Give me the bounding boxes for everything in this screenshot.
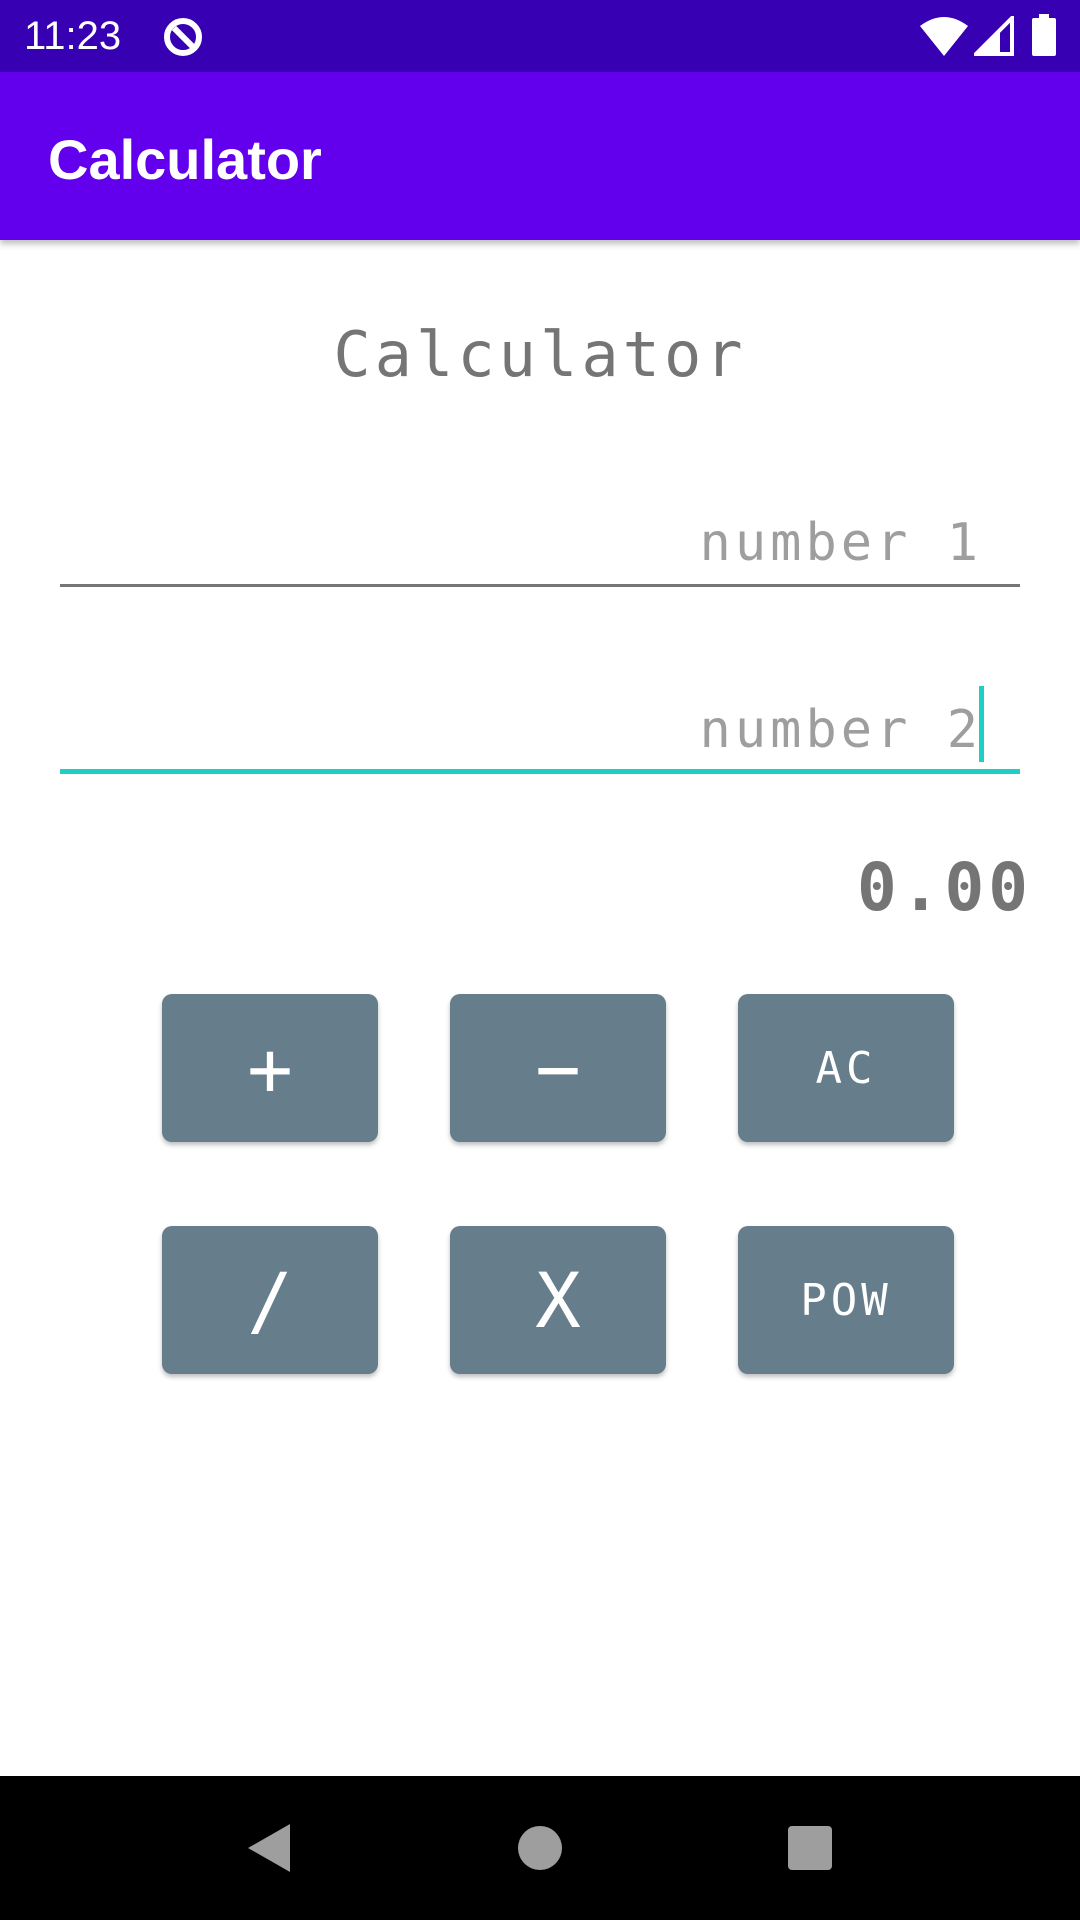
signal-icon [974, 16, 1014, 56]
home-icon[interactable] [518, 1826, 562, 1870]
subtract-button-label: − [535, 1023, 581, 1113]
page-title: Calculator [333, 318, 747, 391]
power-button-label: POW [800, 1274, 892, 1326]
add-button[interactable]: + [162, 994, 378, 1142]
number1-placeholder: number 1 [699, 513, 982, 573]
number1-field[interactable]: number 1 [60, 497, 1020, 587]
app-notification-icon [164, 18, 202, 56]
divide-button-label: / [247, 1255, 293, 1345]
number2-underline [60, 769, 1020, 774]
number1-underline [60, 584, 1020, 587]
status-bar: 11:23 [0, 0, 1080, 72]
back-icon[interactable] [244, 1822, 294, 1874]
text-cursor [979, 686, 984, 762]
number2-field[interactable]: number 2 [60, 684, 1020, 774]
number2-placeholder: number 2 [699, 700, 982, 760]
recents-icon[interactable] [788, 1826, 832, 1870]
multiply-button-label: X [535, 1255, 581, 1345]
app-bar-title: Calculator [48, 128, 322, 191]
battery-icon [1032, 14, 1056, 56]
wifi-icon [920, 17, 968, 56]
status-time: 11:23 [24, 14, 122, 58]
divide-button[interactable]: / [162, 1226, 378, 1374]
clear-button-label: AC [815, 1042, 877, 1094]
power-button[interactable]: POW [738, 1226, 954, 1374]
subtract-button[interactable]: − [450, 994, 666, 1142]
result-display: 0.00 [857, 849, 1032, 926]
multiply-button[interactable]: X [450, 1226, 666, 1374]
add-button-label: + [247, 1023, 293, 1113]
app-bar: Calculator [0, 72, 1080, 240]
clear-button[interactable]: AC [738, 994, 954, 1142]
navigation-bar [0, 1776, 1080, 1920]
